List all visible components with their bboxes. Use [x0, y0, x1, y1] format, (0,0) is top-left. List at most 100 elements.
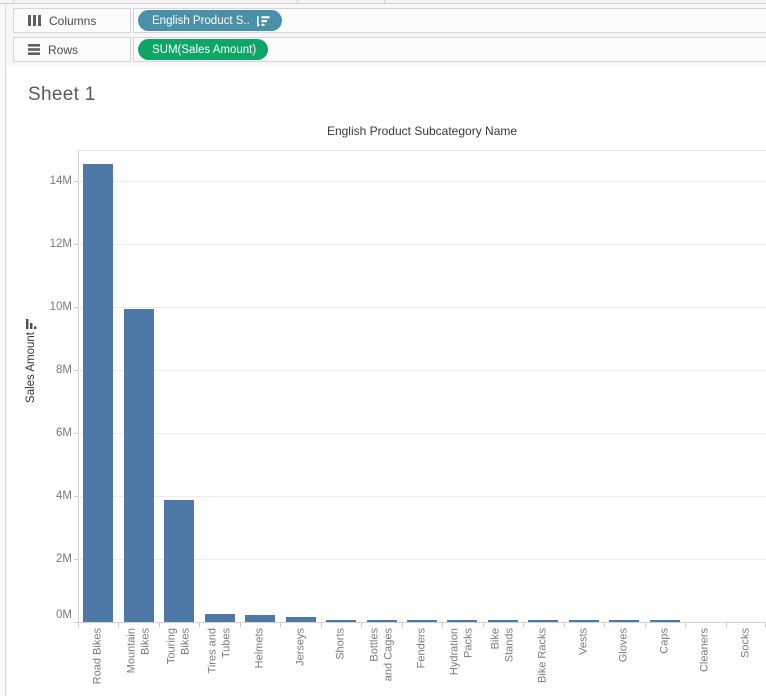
toolbar-divider — [13, 0, 14, 4]
bar[interactable] — [83, 164, 113, 622]
bar[interactable] — [407, 620, 437, 622]
category-label[interactable]: Shorts — [335, 628, 348, 660]
y-tick-label: 14M — [30, 174, 72, 188]
columns-pill[interactable]: English Product S.. — [138, 10, 282, 31]
gridline — [78, 244, 766, 245]
category-label[interactable]: Bottlesand Cages — [368, 628, 395, 681]
bar[interactable] — [528, 620, 558, 622]
x-axis-line — [78, 622, 766, 623]
category-label-line: Tubes — [220, 628, 233, 658]
sheet-title: Sheet 1 — [28, 84, 96, 106]
y-tick-label: 0M — [30, 608, 72, 622]
category-label[interactable]: Helmets — [254, 628, 267, 668]
bar[interactable] — [124, 309, 154, 622]
gridline — [78, 496, 766, 497]
bar[interactable] — [569, 620, 599, 622]
category-label-line: Cleaners — [699, 628, 712, 672]
category-label[interactable]: Caps — [658, 628, 671, 654]
tableau-window: Columns English Product S.. Rows SUM(Sal… — [0, 0, 766, 696]
category-label-line: Road Bikes — [92, 628, 105, 684]
category-label[interactable]: Gloves — [618, 628, 631, 662]
category-label-line: Stands — [503, 628, 516, 662]
y-axis-title-wrap: Sales Amount — [24, 318, 48, 403]
x-axis-tick — [483, 623, 484, 627]
bar[interactable] — [367, 620, 397, 622]
x-axis-tick — [78, 623, 79, 627]
category-label-line: Tires and — [206, 628, 219, 673]
category-label-line: Socks — [739, 628, 752, 658]
category-label-line: and Cages — [382, 628, 395, 681]
bar[interactable] — [650, 620, 680, 622]
category-label-line: Hydration — [449, 628, 462, 675]
gridline — [78, 433, 766, 434]
rows-shelf-label-text: Rows — [48, 43, 78, 57]
category-label-line: Mountain — [125, 628, 138, 673]
y-axis-line — [78, 150, 79, 622]
x-axis-tick — [280, 623, 281, 627]
category-label-line: Jerseys — [294, 628, 307, 666]
x-axis-tick — [361, 623, 362, 627]
y-tick-label: 4M — [30, 489, 72, 503]
window-left-gutter — [0, 5, 6, 696]
category-label-line: Touring — [166, 628, 179, 664]
category-label-line: Gloves — [618, 628, 631, 662]
x-axis-tick — [645, 623, 646, 627]
y-tick-label: 2M — [30, 552, 72, 566]
bar[interactable] — [447, 620, 477, 622]
y-axis-tick — [74, 244, 78, 245]
x-axis-tick — [604, 623, 605, 627]
columns-icon — [28, 15, 41, 26]
category-label[interactable]: Bike Racks — [537, 628, 550, 683]
category-label-line: Shorts — [335, 628, 348, 660]
category-label[interactable]: Vests — [577, 628, 590, 655]
gridline — [78, 307, 766, 308]
category-label[interactable]: HydrationPacks — [449, 628, 476, 675]
category-label[interactable]: Road Bikes — [92, 628, 105, 684]
x-axis-tick — [199, 623, 200, 627]
rows-shelf-label: Rows — [13, 37, 131, 62]
gridline — [78, 181, 766, 182]
bar[interactable] — [245, 615, 275, 622]
bar[interactable] — [286, 617, 316, 622]
worksheet-card — [7, 66, 766, 696]
category-label[interactable]: MountainBikes — [125, 628, 152, 673]
columns-shelf[interactable]: English Product S.. — [133, 8, 766, 33]
toolbar-divider — [384, 0, 385, 4]
x-axis-tick — [402, 623, 403, 627]
category-label-line: Bike — [489, 628, 502, 649]
rows-pill[interactable]: SUM(Sales Amount) — [138, 39, 268, 60]
category-label[interactable]: Socks — [739, 628, 752, 658]
bar[interactable] — [609, 620, 639, 622]
rows-shelf[interactable]: SUM(Sales Amount) — [133, 37, 766, 62]
x-axis-tick — [726, 623, 727, 627]
category-label-line: Bikes — [180, 628, 193, 655]
category-label[interactable]: TouringBikes — [166, 628, 193, 664]
toolbar-edge — [0, 0, 766, 4]
x-axis-tick — [564, 623, 565, 627]
bar[interactable] — [164, 500, 194, 622]
y-tick-label: 12M — [30, 237, 72, 251]
category-label-line: Bike Racks — [537, 628, 550, 683]
category-label-line: Helmets — [254, 628, 267, 668]
y-axis-tick — [74, 370, 78, 371]
category-label-line: Bottles — [368, 628, 381, 662]
y-tick-label: 10M — [30, 300, 72, 314]
bar[interactable] — [205, 614, 235, 622]
x-axis-tick — [442, 623, 443, 627]
category-label[interactable]: Tires andTubes — [206, 628, 233, 673]
y-tick-label: 6M — [30, 426, 72, 440]
category-label[interactable]: Cleaners — [699, 628, 712, 672]
category-label-line: Bikes — [139, 628, 152, 655]
bar[interactable] — [488, 620, 518, 622]
columns-pill-label: English Product S.. — [152, 15, 250, 27]
y-axis-tick — [74, 433, 78, 434]
rows-icon — [28, 44, 40, 55]
y-axis-tick — [74, 496, 78, 497]
category-label[interactable]: Fenders — [416, 628, 429, 668]
category-label-line: Caps — [658, 628, 671, 654]
category-label[interactable]: BikeStands — [489, 628, 516, 662]
axis-sort-descending-icon[interactable] — [26, 318, 37, 329]
x-axis-tick — [321, 623, 322, 627]
bar[interactable] — [326, 620, 356, 622]
category-label[interactable]: Jerseys — [294, 628, 307, 666]
